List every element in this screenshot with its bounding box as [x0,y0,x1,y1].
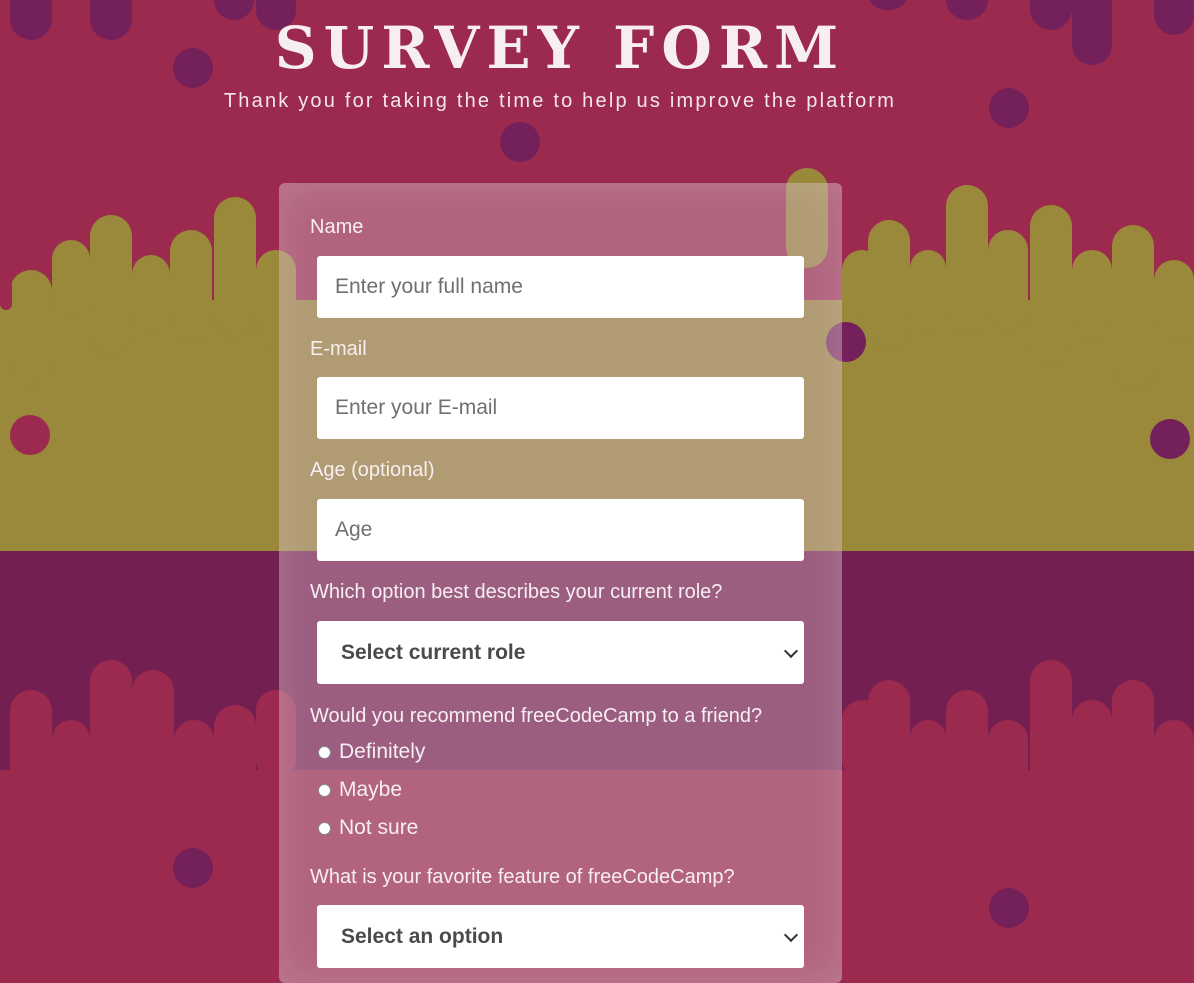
radio-label: Not sure [339,816,419,839]
chevron-down-icon [783,927,799,942]
survey-form: Name E-mail Age (optional) Which option … [279,183,842,983]
age-input[interactable] [317,499,804,561]
name-label: Name [310,216,364,238]
chevron-down-icon [783,643,799,658]
radio-button[interactable] [318,745,331,759]
radio-button[interactable] [318,783,331,797]
radio-button[interactable] [318,821,331,835]
role-select-value: Select current role [341,640,526,664]
role-select[interactable]: Select current role [317,621,804,684]
page-subtitle: Thank you for taking the time to help us… [223,90,897,112]
radio-option[interactable]: Maybe [317,778,402,802]
radio-option[interactable]: Not sure [317,816,418,840]
age-label: Age (optional) [310,459,435,481]
email-input[interactable] [317,377,804,439]
radio-option[interactable]: Definitely [317,740,425,764]
recommend-label: Would you recommend freeCodeCamp to a fr… [310,705,763,727]
radio-label: Definitely [339,740,426,763]
email-label: E-mail [310,338,367,360]
feature-label: What is your favorite feature of freeCod… [310,866,735,888]
name-input[interactable] [317,256,804,318]
page-title: SURVEY FORM [274,14,846,82]
radio-label: Maybe [339,778,403,801]
role-label: Which option best describes your current… [310,581,723,603]
